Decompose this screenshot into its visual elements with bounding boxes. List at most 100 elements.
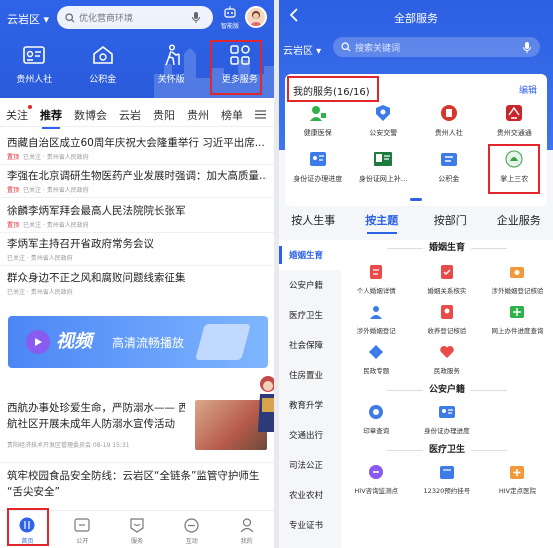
highlight-box-my-services	[287, 76, 379, 102]
edit-button[interactable]: 编辑	[519, 83, 537, 96]
home-header: 云岩区 ▾ 优化营商环境 智能版 贵州人社 公积金 关怀版 更多服务	[0, 0, 274, 98]
tab-by-topic[interactable]: 按主题	[348, 212, 417, 236]
news-item[interactable]: 徐麟李炳军拜会最高人民法院院长张军 置顶 已关注 · 贵州省人民政府	[0, 205, 274, 229]
search-icon	[65, 12, 75, 22]
side-marriage[interactable]: 婚姻生育	[279, 240, 341, 270]
appointment-icon	[439, 466, 454, 479]
progress-query-icon	[510, 306, 525, 318]
adoption-icon	[440, 305, 453, 319]
side-education[interactable]: 教育升学	[279, 390, 341, 420]
marriage-detail-icon	[370, 265, 383, 279]
service-police[interactable]: 公安交警	[351, 102, 417, 148]
search-input[interactable]: 优化营商环境	[57, 6, 213, 29]
side-police-household[interactable]: 公安户籍	[279, 270, 341, 300]
side-transport[interactable]: 交通出行	[279, 420, 341, 450]
highlight-box-home	[7, 508, 49, 546]
id-card-icon	[23, 46, 46, 64]
folder-icon	[74, 518, 90, 532]
tab-yunyan[interactable]: 云岩	[113, 107, 147, 123]
smart-version-button[interactable]: 智能版	[218, 5, 242, 30]
tab-enterprise[interactable]: 企业服务	[485, 212, 553, 236]
quick-guizhou-hr[interactable]: 贵州人社	[0, 42, 69, 85]
service-item[interactable]: 12320预约挂号	[412, 462, 483, 502]
service-item[interactable]: 身份证办理进度	[412, 402, 483, 442]
side-justice[interactable]: 司法公正	[279, 450, 341, 480]
service-health-insurance[interactable]: 健康医保	[285, 102, 351, 148]
service-housing-fund[interactable]: 公积金	[416, 148, 482, 194]
region-selector[interactable]: 云岩区 ▾	[283, 42, 321, 57]
section-title: 医疗卫生	[341, 442, 553, 458]
tab-expo[interactable]: 数博会	[68, 107, 113, 123]
region-selector[interactable]: 云岩区 ▾	[7, 11, 49, 27]
tab-guiyang[interactable]: 贵阳	[147, 107, 181, 123]
clapperboard-icon	[195, 324, 251, 360]
side-agriculture[interactable]: 农业农村	[279, 480, 341, 510]
civil-topic-icon	[369, 345, 384, 359]
service-item[interactable]: 民政专题	[341, 342, 412, 382]
topic-sidebar: 婚姻生育 公安户籍 医疗卫生 社会保障 住房置业 教育升学 交通出行 司法公正 …	[279, 240, 341, 548]
tab-guizhou[interactable]: 贵州	[181, 107, 215, 123]
category-tabs: 按人生事 按主题 按部门 企业服务	[279, 212, 553, 236]
service-guizhou-transport[interactable]: 贵州交通通	[482, 102, 548, 148]
service-guizhou-hr[interactable]: 贵州人社	[416, 102, 482, 148]
my-services-card: 我的服务(16/16) 编辑 健康医保 公安交警 贵州人社 贵州交通通 身份证办…	[285, 74, 547, 206]
page-title: 全部服务	[394, 12, 438, 25]
banner-title: 视频	[56, 331, 92, 352]
news-item[interactable]: 李炳军主持召开省政府常务会议 已关注 · 贵州省人民政府	[0, 238, 274, 262]
service-item[interactable]: HIV咨询监测点	[341, 462, 412, 502]
avatar[interactable]	[245, 6, 267, 28]
service-search-input[interactable]: 搜索关键词	[333, 37, 540, 57]
news-item[interactable]: 筑牢校园食品安全防线：云岩区“全链条”监管守护师生 “舌尖安全”	[0, 470, 274, 499]
service-item[interactable]: 涉外婚姻登记	[341, 302, 412, 342]
id-card-icon	[309, 152, 326, 166]
side-social-security[interactable]: 社会保障	[279, 330, 341, 360]
marriage-verify-icon	[440, 265, 453, 279]
mascot-figure	[258, 376, 274, 432]
tab-by-department[interactable]: 按部门	[416, 212, 485, 236]
civil-service-icon	[440, 346, 454, 358]
nav-service[interactable]: 服务	[110, 511, 165, 548]
id-replace-icon	[374, 152, 393, 166]
banner-subtitle: 高清流畅播放	[112, 336, 185, 350]
highlight-box-agriculture	[488, 144, 540, 194]
news-item[interactable]: 群众身边不正之风和腐败问题线索征集 已关注 · 贵州省人民政府	[0, 272, 274, 296]
id-card-icon	[438, 406, 455, 418]
quick-elder-care[interactable]: 关怀版	[137, 42, 206, 85]
tab-follow[interactable]: 关注	[0, 104, 34, 123]
news-item[interactable]: 西航办事处珍爱生命，严防溺水—— 西 航社区开展未成年人防溺水宣传活动 贵阳经济…	[0, 402, 192, 449]
chat-icon	[184, 517, 199, 533]
service-item[interactable]: HIV定点医院	[482, 462, 553, 502]
section-title: 公安户籍	[341, 382, 553, 398]
service-item[interactable]: 婚姻关系核实	[412, 262, 483, 302]
microphone-icon[interactable]	[522, 41, 532, 54]
news-item[interactable]: 西藏自治区成立60周年庆祝大会隆重举行 习近平出席... 置顶 已关注 · 贵州省…	[0, 137, 274, 161]
side-housing[interactable]: 住房置业	[279, 360, 341, 390]
side-medical[interactable]: 医疗卫生	[279, 300, 341, 330]
microphone-icon[interactable]	[191, 11, 201, 24]
service-item[interactable]: 民政服务	[412, 342, 483, 382]
service-item[interactable]: 印章查询	[341, 402, 412, 442]
hiv-hospital-icon	[510, 466, 525, 479]
nav-mine[interactable]: 我的	[219, 511, 274, 548]
quick-housing-fund[interactable]: 公积金	[69, 42, 138, 85]
tab-recommend[interactable]: 推荐	[34, 107, 68, 129]
service-item[interactable]: 涉外婚姻登记核验	[482, 262, 553, 302]
side-certificates[interactable]: 专业证书	[279, 510, 341, 540]
hr-icon	[440, 105, 457, 121]
tab-life-events[interactable]: 按人生事	[279, 212, 348, 236]
foreign-marriage-icon	[370, 306, 383, 319]
service-id-progress[interactable]: 身份证办理进度	[285, 148, 351, 194]
police-badge-icon	[376, 105, 391, 121]
news-item[interactable]: 李强在北京调研生物医药产业发展时强调：加大高质量... 置顶 已关注 · 贵州省人…	[0, 170, 274, 194]
service-item[interactable]: 个人婚姻详情	[341, 262, 412, 302]
tab-ranking[interactable]: 榜单	[215, 107, 249, 123]
service-id-replacement[interactable]: 身份证网上补...	[351, 148, 417, 194]
nav-public[interactable]: 公开	[55, 511, 110, 548]
service-item[interactable]: 网上办件进度查询	[482, 302, 553, 342]
play-icon	[26, 330, 50, 354]
nav-interact[interactable]: 互动	[164, 511, 219, 548]
video-banner[interactable]: 视频 高清流畅播放	[8, 316, 268, 368]
notification-dot	[28, 104, 32, 109]
service-item[interactable]: 收养登记核验	[412, 302, 483, 342]
menu-icon[interactable]	[255, 110, 266, 119]
